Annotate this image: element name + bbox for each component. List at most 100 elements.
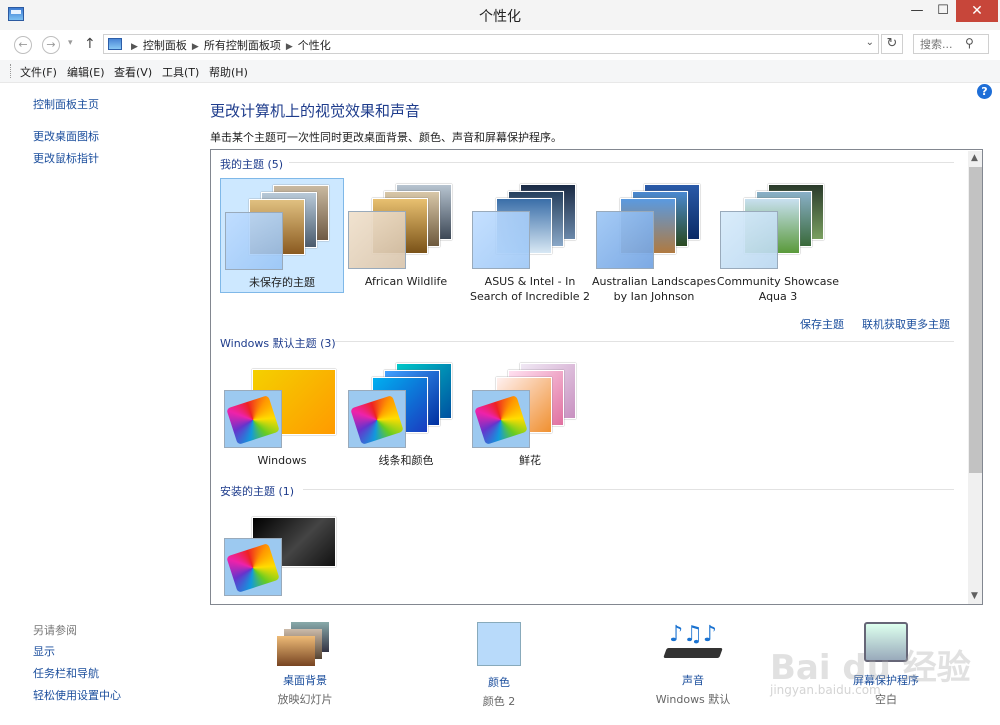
color-wheel-icon xyxy=(226,395,280,445)
minimize-button[interactable]: — xyxy=(904,0,930,22)
theme-unsaved[interactable]: 未保存的主题 xyxy=(220,178,344,293)
group-divider xyxy=(289,162,954,163)
save-theme-link[interactable]: 保存主题 xyxy=(800,316,844,332)
theme-name: 鲜花 xyxy=(519,454,541,467)
theme-color-swatch xyxy=(348,390,406,448)
link-text[interactable]: 更改桌面图标 xyxy=(33,130,99,143)
color-swatch-icon xyxy=(477,622,521,666)
breadcrumb-chevron-icon: ▶ xyxy=(131,42,138,52)
desktop-background-setting[interactable]: 桌面背景 放映幻灯片 xyxy=(260,622,350,707)
color-wheel-icon xyxy=(350,395,404,445)
theme-color-swatch xyxy=(596,211,654,269)
menu-tools[interactable]: 工具(T) xyxy=(162,64,199,80)
see-also-title: 另请参阅 xyxy=(33,624,77,637)
breadcrumb: ▶ 控制面板 ▶ 所有控制面板项 ▶ 个性化 xyxy=(126,37,331,53)
maximize-button[interactable]: ☐ xyxy=(930,0,956,22)
theme-color-swatch xyxy=(720,211,778,269)
baidu-watermark-url: jingyan.baidu.com xyxy=(770,683,881,697)
group-title-default-themes: Windows 默认主题 (3) xyxy=(220,337,336,350)
theme-name: 未保存的主题 xyxy=(249,276,315,289)
control-panel-icon xyxy=(108,38,122,50)
search-input[interactable] xyxy=(913,34,989,54)
theme-australian-landscapes[interactable]: Australian Landscapes by Ian Johnson xyxy=(592,178,716,303)
sidebar-link-mouse-pointer[interactable]: 更改鼠标指针 xyxy=(33,150,99,166)
theme-flowers[interactable]: 鲜花 xyxy=(468,357,592,472)
search-icon[interactable]: ⚲ xyxy=(965,36,974,50)
see-also-display[interactable]: 显示 xyxy=(33,643,55,659)
address-bar[interactable]: ▶ 控制面板 ▶ 所有控制面板项 ▶ 个性化 ⌄ xyxy=(103,34,879,54)
group-title-installed-themes: 安装的主题 (1) xyxy=(220,485,295,498)
color-wheel-icon xyxy=(226,543,280,593)
theme-name: 线条和颜色 xyxy=(378,454,434,467)
theme-windows[interactable]: Windows xyxy=(220,357,344,472)
theme-color-swatch xyxy=(224,538,282,596)
help-icon[interactable]: ? xyxy=(977,84,992,99)
footer-label[interactable]: 声音 xyxy=(645,672,741,688)
breadcrumb-item[interactable]: 所有控制面板项 xyxy=(204,39,281,52)
theme-african-wildlife[interactable]: African Wildlife xyxy=(344,178,468,293)
baidu-watermark: Bai du 经验 xyxy=(770,648,971,688)
theme-asus-intel[interactable]: ASUS & Intel - In Search of Incredible 2 xyxy=(468,178,592,303)
vertical-scrollbar[interactable]: ▲ ▼ xyxy=(968,151,982,604)
theme-color-swatch xyxy=(472,390,530,448)
forward-button[interactable]: → xyxy=(42,36,60,54)
scrollbar-thumb[interactable] xyxy=(969,167,982,473)
preview-card xyxy=(277,636,315,666)
footer-label[interactable]: 颜色 xyxy=(454,674,544,690)
title-bar: 个性化 — ☐ ✕ xyxy=(0,0,1000,31)
sound-setting[interactable]: ♪♫♪ 声音 Windows 默认 xyxy=(645,622,741,707)
refresh-button[interactable]: ↻ xyxy=(881,34,903,54)
breadcrumb-item[interactable]: 个性化 xyxy=(298,39,331,52)
theme-color-swatch xyxy=(348,211,406,269)
color-wheel-icon xyxy=(474,395,528,445)
theme-list: 我的主题 (5) 未保存的主题 African Wildlife ASUS & … xyxy=(210,149,983,605)
sidebar-link-desktop-icons[interactable]: 更改桌面图标 xyxy=(33,128,99,144)
scroll-up-icon[interactable]: ▲ xyxy=(971,153,978,163)
close-button[interactable]: ✕ xyxy=(956,0,998,22)
up-button[interactable]: ↑ xyxy=(84,36,96,52)
theme-color-swatch xyxy=(225,212,283,270)
theme-lines-and-colors[interactable]: 线条和颜色 xyxy=(344,357,468,472)
theme-color-swatch xyxy=(224,390,282,448)
link-text[interactable]: 轻松使用设置中心 xyxy=(33,689,121,702)
page-description: 单击某个主题可一次性同时更改桌面背景、颜色、声音和屏幕保护程序。 xyxy=(210,131,562,144)
footer-value: Windows 默认 xyxy=(655,693,731,706)
see-also-ease-of-access[interactable]: 轻松使用设置中心 xyxy=(33,687,121,703)
address-dropdown-icon[interactable]: ⌄ xyxy=(866,37,874,48)
see-also-taskbar[interactable]: 任务栏和导航 xyxy=(33,665,99,681)
link-text[interactable]: 显示 xyxy=(33,645,55,658)
menu-grip xyxy=(10,64,13,78)
menu-view[interactable]: 查看(V) xyxy=(114,64,152,80)
window-title: 个性化 xyxy=(479,9,521,25)
sidebar-home-link[interactable]: 控制面板主页 xyxy=(33,96,99,112)
music-notes-icon: ♪♫♪ xyxy=(663,622,723,668)
theme-installed[interactable] xyxy=(220,505,344,604)
link-text[interactable]: 控制面板主页 xyxy=(33,98,99,111)
link-text[interactable]: 任务栏和导航 xyxy=(33,667,99,680)
slideshow-icon xyxy=(277,622,333,668)
menu-file[interactable]: 文件(F) xyxy=(20,64,57,80)
menu-help[interactable]: 帮助(H) xyxy=(209,64,248,80)
footer-label[interactable]: 桌面背景 xyxy=(260,672,350,688)
link-text[interactable]: 更改鼠标指针 xyxy=(33,152,99,165)
footer-value: 颜色 2 xyxy=(482,695,516,708)
scroll-down-icon[interactable]: ▼ xyxy=(971,591,978,601)
breadcrumb-item[interactable]: 控制面板 xyxy=(143,39,187,52)
menu-edit[interactable]: 编辑(E) xyxy=(67,64,105,80)
address-toolbar: ← → ▾ ↑ ▶ 控制面板 ▶ 所有控制面板项 ▶ 个性化 ⌄ ↻ ⚲ xyxy=(0,30,1000,58)
recent-pages-dropdown-icon[interactable]: ▾ xyxy=(68,38,73,48)
theme-color-swatch xyxy=(472,211,530,269)
breadcrumb-chevron-icon[interactable]: ▶ xyxy=(192,42,199,52)
get-more-themes-link[interactable]: 联机获取更多主题 xyxy=(862,316,950,332)
color-setting[interactable]: 颜色 颜色 2 xyxy=(454,622,544,709)
back-button[interactable]: ← xyxy=(14,36,32,54)
theme-name: Community Showcase Aqua 3 xyxy=(716,275,840,303)
theme-name: African Wildlife xyxy=(364,275,448,288)
group-title-my-themes: 我的主题 (5) xyxy=(220,158,284,171)
theme-name: Windows xyxy=(257,454,307,467)
page-title: 更改计算机上的视觉效果和声音 xyxy=(210,102,421,120)
keyboard-icon xyxy=(663,648,723,658)
breadcrumb-chevron-icon[interactable]: ▶ xyxy=(286,42,293,52)
theme-community-showcase[interactable]: Community Showcase Aqua 3 xyxy=(716,178,840,303)
group-divider xyxy=(303,489,954,490)
